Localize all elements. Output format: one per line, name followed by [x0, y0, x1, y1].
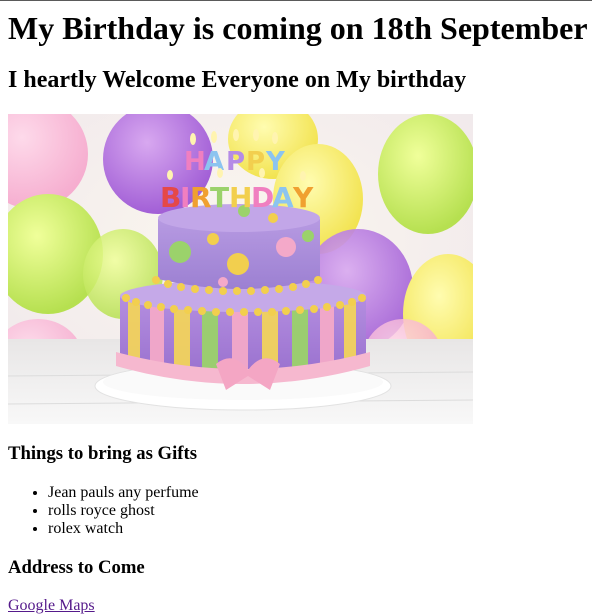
gift-list: Jean pauls any perfume rolls royce ghost… — [8, 484, 199, 538]
gifts-heading: Things to bring as Gifts — [8, 443, 197, 464]
svg-text:D: D — [251, 181, 274, 214]
list-item: rolls royce ghost — [48, 502, 199, 520]
page-title: My Birthday is coming on 18th September — [8, 10, 588, 46]
welcome-heading: I heartly Welcome Everyone on My birthda… — [8, 67, 467, 93]
svg-text:Y: Y — [292, 181, 314, 214]
svg-text:R: R — [190, 181, 212, 214]
google-maps-link[interactable]: Google Maps — [8, 597, 95, 615]
svg-text:Y: Y — [265, 147, 286, 177]
birthday-cake-image: H A P P Y B I R T H D A Y — [8, 114, 473, 424]
svg-text:P: P — [226, 147, 245, 177]
svg-text:I: I — [180, 181, 190, 214]
svg-text:A: A — [272, 181, 294, 214]
list-item: Jean pauls any perfume — [48, 484, 199, 502]
list-item: rolex watch — [48, 520, 199, 538]
browser-top-border — [0, 0, 592, 1]
address-heading: Address to Come — [8, 557, 145, 578]
svg-text:B: B — [160, 181, 181, 214]
svg-text:H: H — [229, 181, 252, 214]
svg-text:T: T — [210, 181, 229, 214]
svg-text:H: H — [184, 147, 206, 177]
